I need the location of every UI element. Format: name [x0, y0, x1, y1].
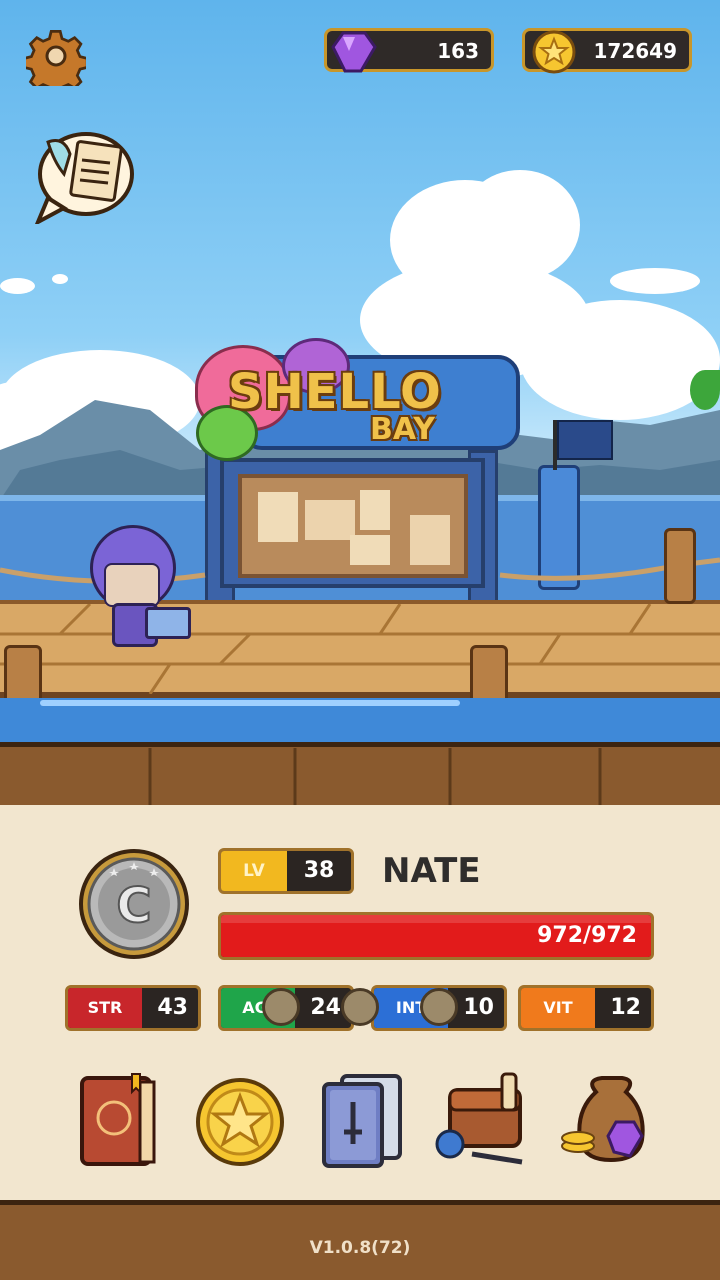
gem-amount: 163 [437, 39, 479, 63]
level-label: LV [221, 851, 287, 891]
purple-gem-icon [331, 31, 377, 73]
overlay-knob[interactable] [262, 988, 300, 1026]
stat-label: VIT [521, 988, 595, 1028]
stat-label: STR [68, 988, 142, 1028]
stat-vit[interactable]: VIT 12 [518, 985, 654, 1031]
hp-text: 972/972 [537, 923, 637, 948]
coin-shop-button[interactable] [190, 1070, 290, 1170]
level-value: 38 [303, 858, 335, 883]
stat-str[interactable]: STR 43 [65, 985, 201, 1031]
sign-subtitle: BAY [370, 412, 435, 447]
level-badge: LV 38 [218, 848, 354, 894]
stat-value: 12 [610, 995, 641, 1020]
svg-text:C: C [116, 878, 151, 934]
hp-bar: 972/972 [218, 912, 654, 960]
treasure-sack-icon [561, 1076, 645, 1163]
quest-log-button[interactable] [33, 128, 136, 227]
stat-value: 10 [463, 995, 494, 1020]
silver-rank-medal-icon: C [79, 849, 189, 959]
gem-counter[interactable]: 163 [324, 28, 494, 73]
overlay-knob[interactable] [420, 988, 458, 1026]
gear-icon [22, 30, 89, 96]
stat-value: 24 [310, 995, 341, 1020]
palm-tree [690, 370, 720, 410]
inventory-button[interactable] [432, 1070, 532, 1170]
coin-counter[interactable]: 172649 [522, 28, 692, 74]
settings-button[interactable] [22, 26, 89, 96]
quest-scroll-icon [33, 132, 134, 227]
character-name: NATE [382, 851, 481, 891]
player-character[interactable] [90, 505, 200, 655]
inventory-bag-icon [435, 1072, 523, 1165]
rank-medal[interactable]: C [78, 848, 190, 960]
skill-cards-button[interactable] [312, 1070, 412, 1170]
spellbook-button[interactable] [70, 1070, 170, 1170]
coin-amount: 172649 [593, 39, 678, 63]
game-scene: SHELLO BAY [0, 0, 720, 745]
treasure-button[interactable] [556, 1070, 656, 1170]
overlay-knob[interactable] [341, 988, 379, 1026]
gold-coin-icon [532, 30, 576, 74]
spellbook-icon [80, 1073, 156, 1166]
gold-star-coin-icon [196, 1078, 284, 1166]
skill-cards-icon [322, 1074, 402, 1168]
version-label: V1.0.8(72) [309, 1238, 411, 1258]
stat-value: 43 [157, 995, 188, 1020]
